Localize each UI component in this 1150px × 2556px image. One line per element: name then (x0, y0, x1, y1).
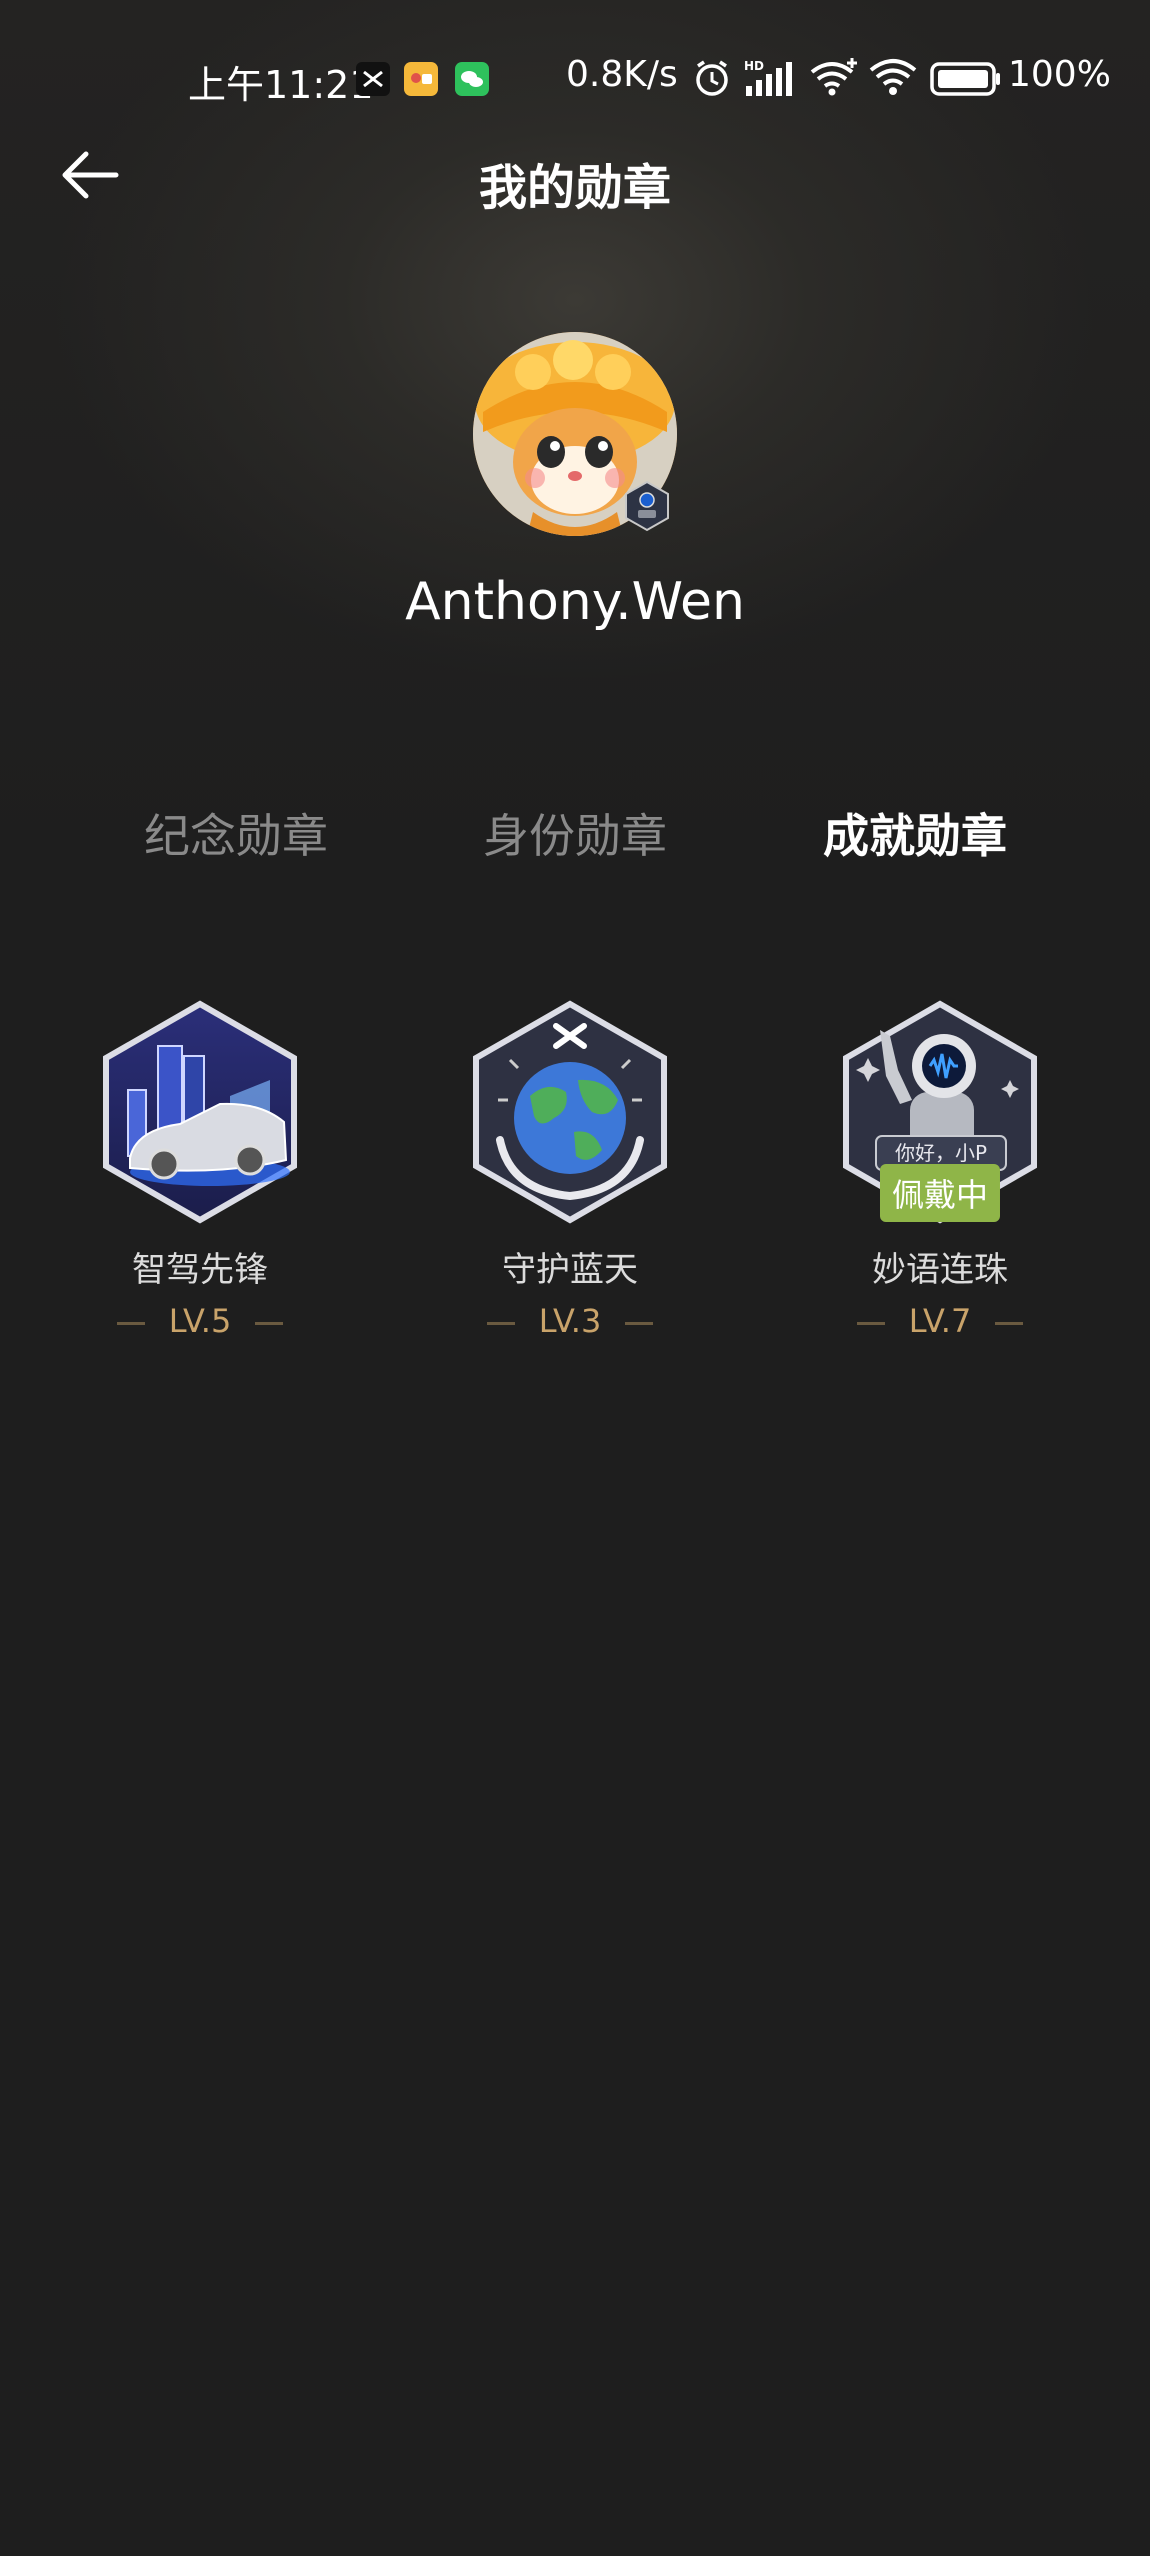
badge-name: 智驾先锋 (132, 1250, 268, 1290)
badge-screen-text: 你好，小P (895, 1141, 987, 1165)
wearing-tag: 佩戴中 (879, 1164, 1001, 1222)
badge-level-text: LV.7 (908, 1302, 972, 1340)
badge-category-tabs: 纪念勋章 身份勋章 成就勋章 (0, 800, 1150, 880)
badge-card[interactable]: 你好，小P 佩戴中 妙语连珠 LV.7 (810, 1000, 1070, 1360)
svg-text:HD: HD (744, 59, 764, 73)
badge-level: LV.5 (70, 1302, 330, 1340)
badge-name: 妙语连珠 (872, 1250, 1008, 1290)
close-x-icon (356, 62, 390, 96)
alarm-icon (696, 60, 728, 96)
status-time: 上午11:21 (188, 63, 374, 107)
tab-achievement[interactable]: 成就勋章 (785, 800, 1045, 866)
notification-app-icon (404, 62, 438, 96)
wechat-icon (455, 62, 489, 96)
page-title: 我的勋章 (478, 160, 671, 216)
username: Anthony.Wen (405, 572, 745, 632)
badge-card[interactable]: 智驾先锋 LV.5 (70, 1000, 330, 1360)
network-speed: 0.8K/s (566, 54, 678, 95)
tab-commemorative[interactable]: 纪念勋章 (106, 800, 366, 866)
hd-signal-icon: HD (744, 59, 792, 96)
badge-level: LV.7 (810, 1302, 1070, 1340)
profile-avatar-wrap (473, 332, 677, 536)
badge-level-text: LV.5 (168, 1302, 232, 1340)
wifi-icon (869, 59, 917, 95)
car-city-badge-icon (103, 1000, 297, 1224)
worn-badge-mini-icon (625, 480, 669, 532)
badge-card[interactable]: 守护蓝天 LV.3 (440, 1000, 700, 1360)
badge-level: LV.3 (440, 1302, 700, 1340)
battery-icon (930, 62, 1000, 96)
tab-identity[interactable]: 身份勋章 (445, 800, 705, 866)
battery-level: 100% (1008, 54, 1111, 95)
badge-name: 守护蓝天 (502, 1250, 638, 1290)
earth-hands-badge-icon (473, 1000, 667, 1224)
header: 我的勋章 (0, 130, 1150, 220)
badge-level-text: LV.3 (538, 1302, 602, 1340)
wifi-plus-icon (810, 58, 857, 96)
